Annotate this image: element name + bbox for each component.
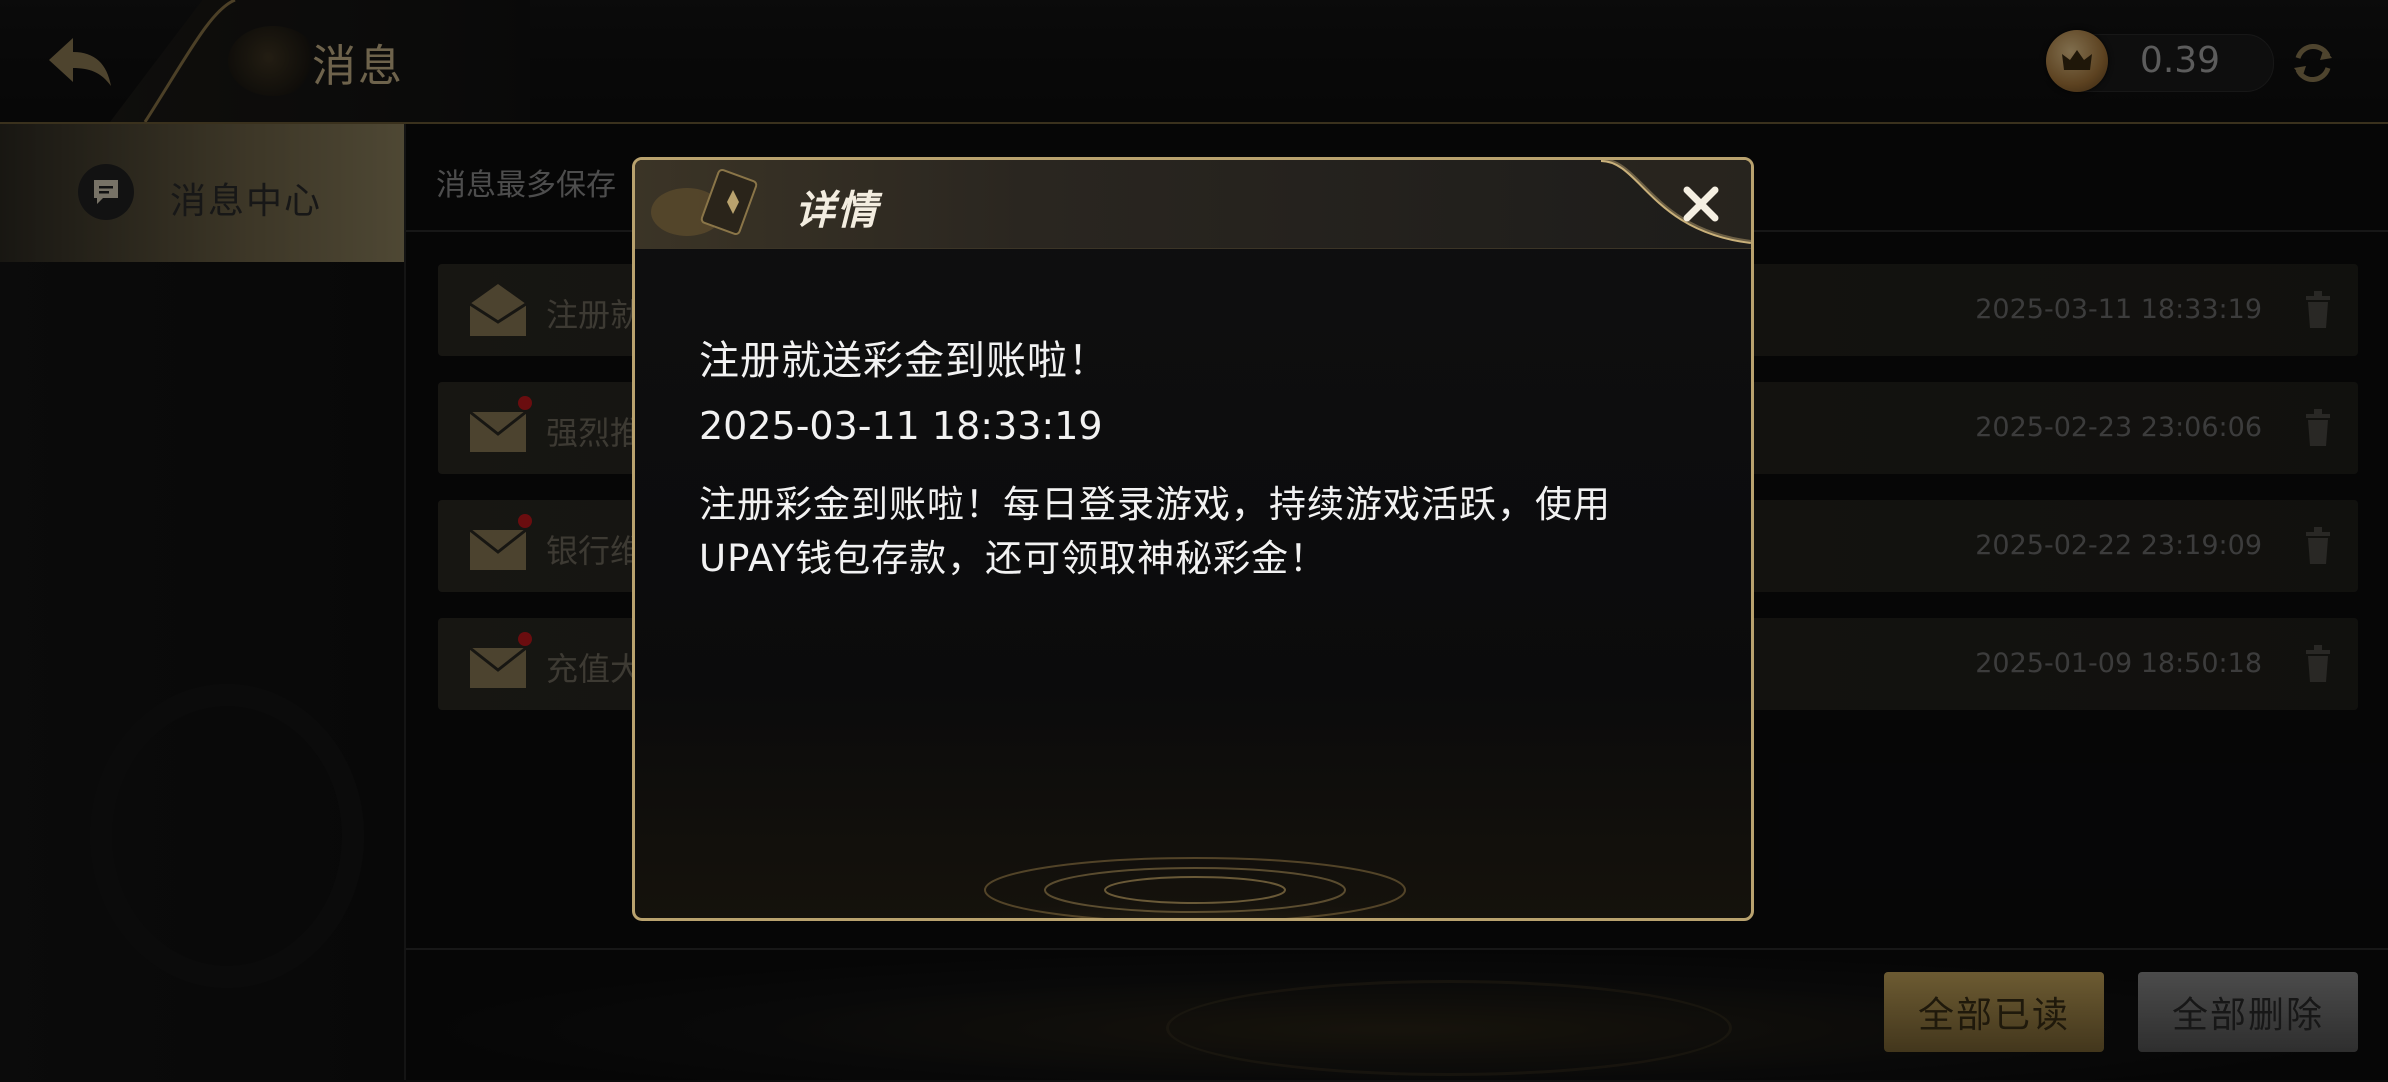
card-emblem-icon xyxy=(651,168,758,236)
close-icon xyxy=(1683,186,1719,222)
dialog-title: 详情 xyxy=(795,188,879,234)
decorative-glow xyxy=(835,850,1555,918)
message-detail-title: 注册就送彩金到账啦！ xyxy=(699,338,1109,384)
detail-dialog: 详情 注册就送彩金到账啦！ 2025-03-11 18:33:19 注册彩金到账… xyxy=(632,157,1754,921)
dialog-header: 详情 xyxy=(635,160,1751,249)
message-detail-date: 2025-03-11 18:33:19 xyxy=(699,404,1103,448)
message-detail-body: 注册彩金到账啦！每日登录游戏，持续游戏活跃，使用UPAY钱包存款，还可领取神秘彩… xyxy=(699,483,1611,580)
close-button[interactable] xyxy=(1673,176,1729,232)
